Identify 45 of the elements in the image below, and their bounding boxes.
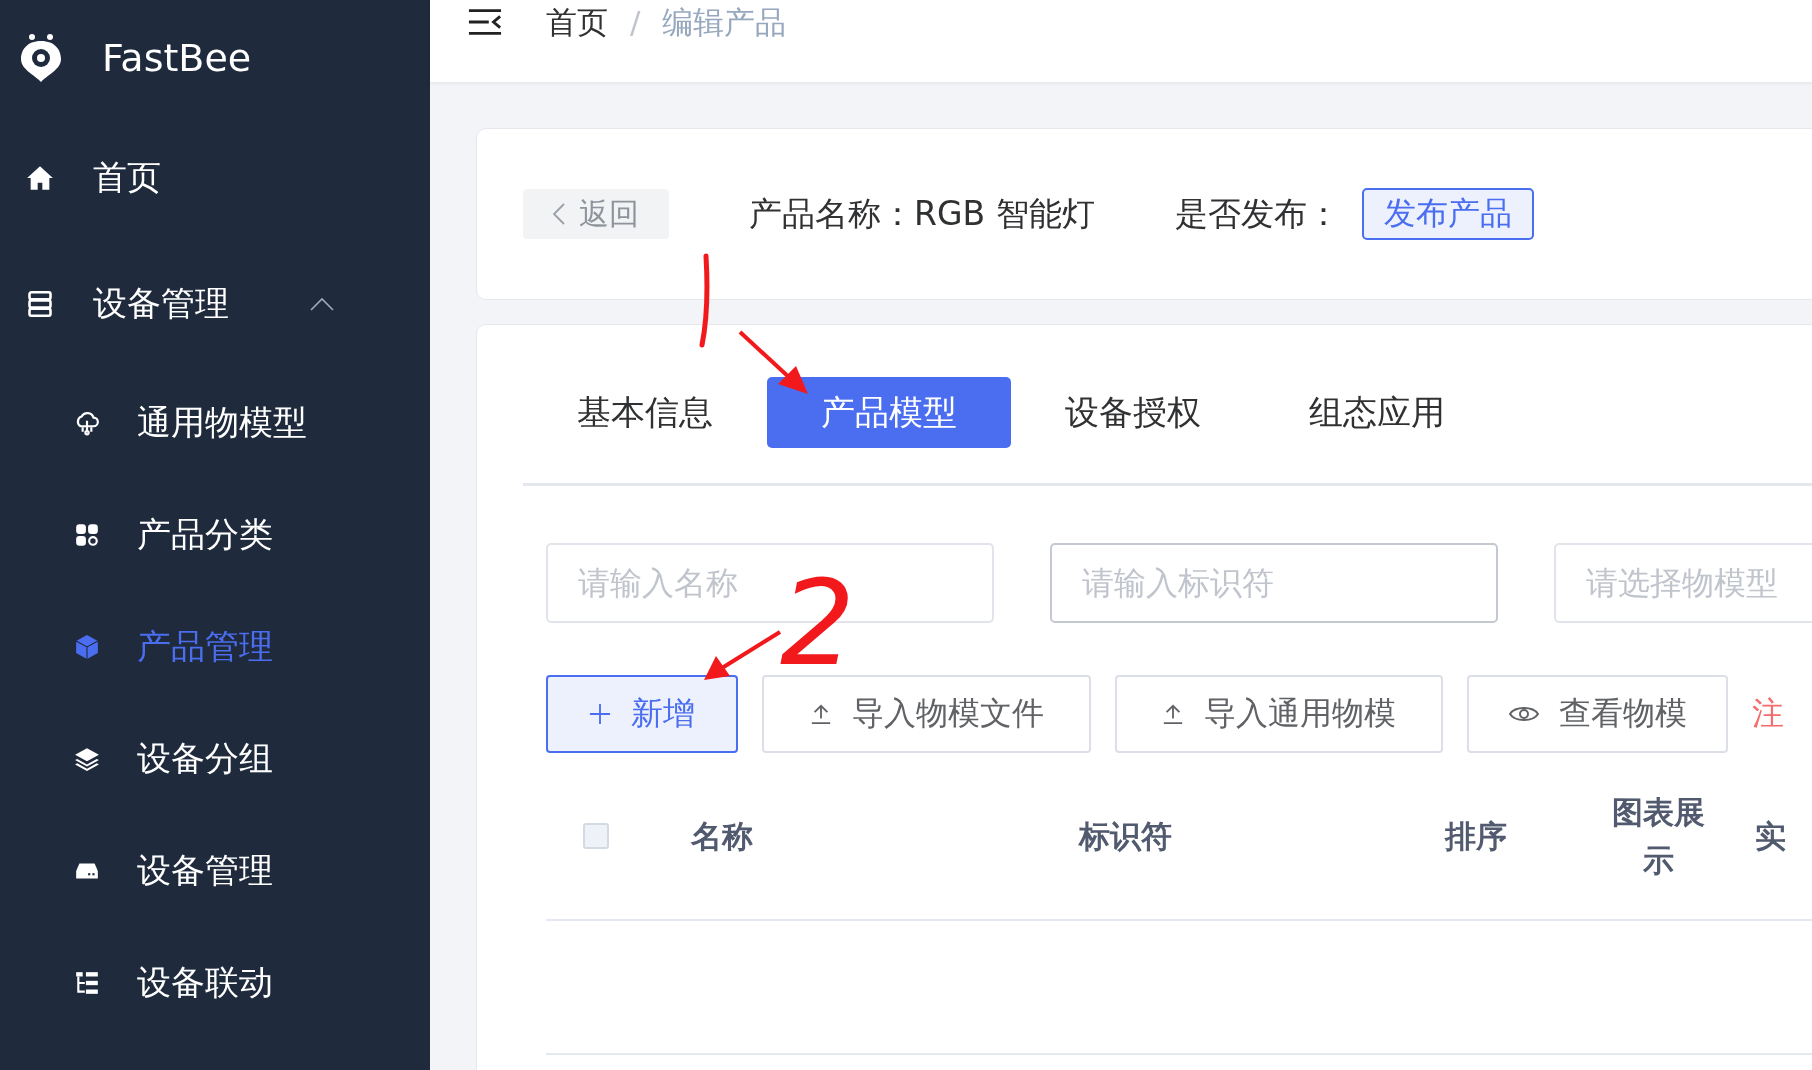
filter-input-field[interactable]: 请选择物模型 [1554,543,1812,623]
layers-icon [74,746,100,772]
sidebar-subitem[interactable]: 设备联动 [0,927,430,1039]
tab[interactable]: 设备授权 [1011,377,1255,448]
menu-icon[interactable] [468,8,502,36]
select-all-checkbox[interactable] [583,823,609,849]
upload-icon [1162,703,1184,725]
breadcrumb-separator: / [630,3,641,42]
cloud-icon [74,410,100,436]
toolbar-button[interactable]: 导入物模文件 [762,675,1091,753]
column-header: 实 [1755,818,1786,854]
product-name-text: 产品名称：RGB 智能灯 [749,192,1095,235]
eye-icon [1508,704,1539,724]
publish-button[interactable]: 发布产品 [1361,188,1534,240]
sidebar-subitem[interactable]: 产品分类 [0,479,430,591]
publish-label: 是否发布： [1174,192,1340,235]
apps-icon [74,522,100,548]
home-icon [26,164,54,192]
bee-logo-icon [18,32,64,83]
sidebar-subitem[interactable]: 设备管理 [0,815,430,927]
plus-icon [589,703,611,725]
column-header: 排序 [1445,818,1507,854]
column-header: 图表展示 [1611,794,1705,878]
tree-list-icon [74,970,100,996]
toolbar-button[interactable]: 新增 [546,675,738,753]
upload-icon [809,703,832,725]
breadcrumb-link[interactable]: 首页 [546,2,608,42]
sidebar-item[interactable]: 设备管理 [0,241,430,367]
filter-input-field[interactable]: 请输入标识符 [1050,543,1498,623]
column-header: 标识符 [1079,818,1172,854]
app-logo-text: FastBee [102,35,252,80]
sidebar-subitem[interactable]: 通用物模型 [0,367,430,479]
server-icon [26,290,54,318]
column-header: 名称 [691,818,753,854]
chevron-left-icon [553,203,565,225]
sidebar-subitem[interactable]: 设备分组 [0,703,430,815]
sidebar-item[interactable]: 首页 [0,115,430,241]
notice-text: 注 [1752,693,1784,734]
toolbar-button[interactable]: 导入通用物模 [1115,675,1443,753]
cube-icon [74,634,100,660]
toolbar-button[interactable]: 查看物模 [1467,675,1728,753]
tab[interactable]: 产品模型 [767,377,1011,448]
annotation-arrow [738,330,808,394]
tab[interactable]: 基本信息 [523,377,767,448]
tab[interactable]: 组态应用 [1255,377,1499,448]
